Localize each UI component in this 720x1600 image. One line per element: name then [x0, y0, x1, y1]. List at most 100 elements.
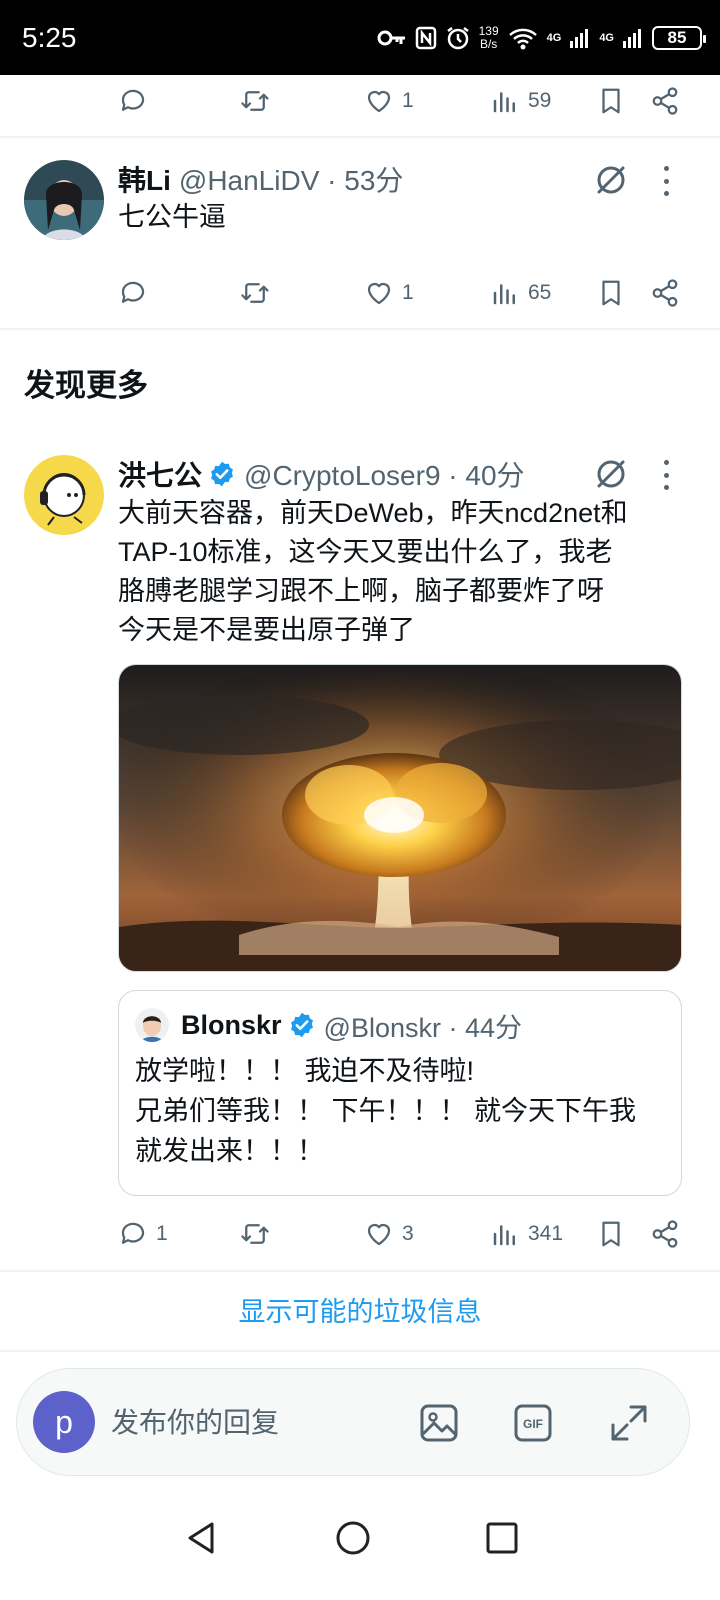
system-nav-bar: [0, 1480, 720, 1600]
bookmark-button[interactable]: [596, 1214, 626, 1254]
network-speed: 139 B/s: [478, 24, 499, 51]
tweet-header: 韩Li @HanLiDV · 53分: [118, 159, 403, 199]
tweet-actions-top: 1 59: [118, 81, 692, 121]
divider: [0, 1270, 720, 1272]
mushroom-cloud-image: [119, 665, 681, 971]
retweet-button[interactable]: [240, 1214, 270, 1254]
grok-icon[interactable]: [593, 162, 629, 198]
views-button[interactable]: 65: [490, 273, 551, 313]
heart-icon: [367, 1223, 391, 1246]
like-button[interactable]: 1: [364, 273, 414, 313]
back-button[interactable]: [172, 1508, 232, 1568]
bookmark-icon: [602, 280, 620, 306]
retweet-button[interactable]: [240, 273, 270, 313]
sim1-label: 4G: [546, 32, 562, 44]
views-icon: [493, 92, 515, 113]
avatar: [135, 1008, 169, 1042]
quoted-text-line: 放学啦！！！ 我迫不及待啦!: [135, 1056, 475, 1086]
share-button[interactable]: [650, 273, 680, 313]
handle-and-time[interactable]: @HanLiDV · 53分: [179, 159, 404, 199]
avatar-image: [24, 160, 104, 240]
status-bar: 5:25 139 B/s 4G 4G 85: [0, 0, 720, 75]
tweet-text-line: 胳膊老腿学习跟不上啊，脑子都要炸了呀: [118, 576, 604, 606]
bookmark-icon: [602, 1221, 620, 1247]
bookmark-button[interactable]: [596, 273, 626, 313]
reply-input[interactable]: 发布你的回复: [111, 1401, 279, 1441]
views-button[interactable]: 59: [490, 81, 551, 121]
signal-icon: [570, 29, 589, 48]
heart-icon: [367, 90, 391, 113]
views-button[interactable]: 341: [490, 1214, 563, 1254]
handle-and-time[interactable]: @CryptoLoser9 · 40分: [244, 454, 525, 494]
back-icon: [188, 1522, 214, 1554]
status-icons: 139 B/s 4G 4G 85: [377, 20, 706, 56]
reply-composer[interactable]: p 发布你的回复 GIF: [16, 1368, 690, 1476]
signal-icon: [623, 29, 641, 48]
divider: [0, 136, 720, 138]
share-button[interactable]: [650, 1214, 680, 1254]
view-count: 65: [528, 281, 552, 304]
divider: [0, 1350, 720, 1352]
gif-icon: GIF: [514, 1404, 552, 1442]
quoted-tweet-text: 放学啦！！！ 我迫不及待啦! 兄弟们等我！！ 下午！！！ 就今天下午我 就发出来…: [135, 1051, 670, 1171]
view-count: 59: [528, 89, 552, 112]
view-count: 341: [528, 1222, 564, 1245]
battery-indicator: 85: [652, 26, 706, 50]
recents-button[interactable]: [472, 1508, 532, 1568]
grok-icon[interactable]: [593, 456, 629, 492]
avatar[interactable]: [24, 160, 104, 240]
display-name[interactable]: 洪七公: [118, 454, 202, 494]
key-icon: [377, 30, 405, 46]
display-name[interactable]: 韩Li: [118, 159, 171, 199]
reply-button[interactable]: [118, 81, 148, 121]
like-count: 1: [402, 281, 414, 304]
reply-button[interactable]: 1: [118, 1214, 168, 1254]
image-button[interactable]: [417, 1401, 461, 1445]
reply-count: 1: [156, 1222, 168, 1245]
home-button[interactable]: [323, 1508, 383, 1568]
avatar-image: [24, 455, 104, 535]
show-spam-link[interactable]: 显示可能的垃圾信息: [0, 1290, 720, 1329]
image-icon: [420, 1404, 458, 1442]
avatar[interactable]: [24, 455, 104, 535]
retweet-icon: [241, 91, 269, 111]
quoted-tweet-header: Blonskr @Blonskr · 44分: [135, 1005, 522, 1045]
divider: [0, 328, 720, 330]
tweet-header: 洪七公 @CryptoLoser9 · 40分: [118, 454, 525, 494]
reply-icon: [121, 89, 145, 111]
avatar: p: [33, 1391, 95, 1453]
tweet-text-line: 大前天容器，前天DeWeb，昨天ncd2net和: [118, 498, 628, 528]
reply-button[interactable]: [118, 273, 148, 313]
sim2-label: 4G: [599, 32, 614, 44]
bookmark-button[interactable]: [596, 81, 626, 121]
display-name: Blonskr: [181, 1009, 282, 1040]
wifi-icon: [508, 28, 537, 50]
share-button[interactable]: [650, 81, 680, 121]
tweet-text-line: TAP-10标准，这今天又要出什么了，我老: [118, 537, 613, 567]
like-button[interactable]: 1: [364, 81, 414, 121]
tweet-text: 七公牛逼: [118, 202, 226, 232]
verified-badge-icon: [211, 461, 233, 487]
tweet-media-image[interactable]: [118, 664, 682, 972]
clock: 5:25: [22, 22, 77, 53]
like-count: 3: [402, 1222, 414, 1245]
more-options-icon[interactable]: [661, 166, 671, 196]
svg-text:GIF: GIF: [523, 1417, 543, 1431]
quoted-text-line: 就发出来！！！: [135, 1136, 324, 1166]
retweet-button[interactable]: [240, 81, 270, 121]
views-icon: [493, 1225, 515, 1246]
expand-button[interactable]: [607, 1401, 651, 1445]
quoted-tweet[interactable]: Blonskr @Blonskr · 44分 放学啦！！！ 我迫不及待啦! 兄弟…: [118, 990, 682, 1196]
home-icon: [336, 1521, 370, 1555]
nfc-icon: [415, 26, 436, 50]
tweet-actions: 1 65: [118, 273, 692, 313]
heart-icon: [367, 282, 391, 305]
like-button[interactable]: 3: [364, 1214, 414, 1254]
share-icon: [652, 87, 678, 115]
expand-icon: [611, 1405, 647, 1441]
retweet-icon: [241, 1224, 269, 1244]
more-options-icon[interactable]: [661, 460, 671, 490]
tweet-actions: 1 3 341: [118, 1214, 692, 1254]
gif-button[interactable]: GIF: [511, 1401, 555, 1445]
verified-badge-icon: [290, 1012, 313, 1038]
